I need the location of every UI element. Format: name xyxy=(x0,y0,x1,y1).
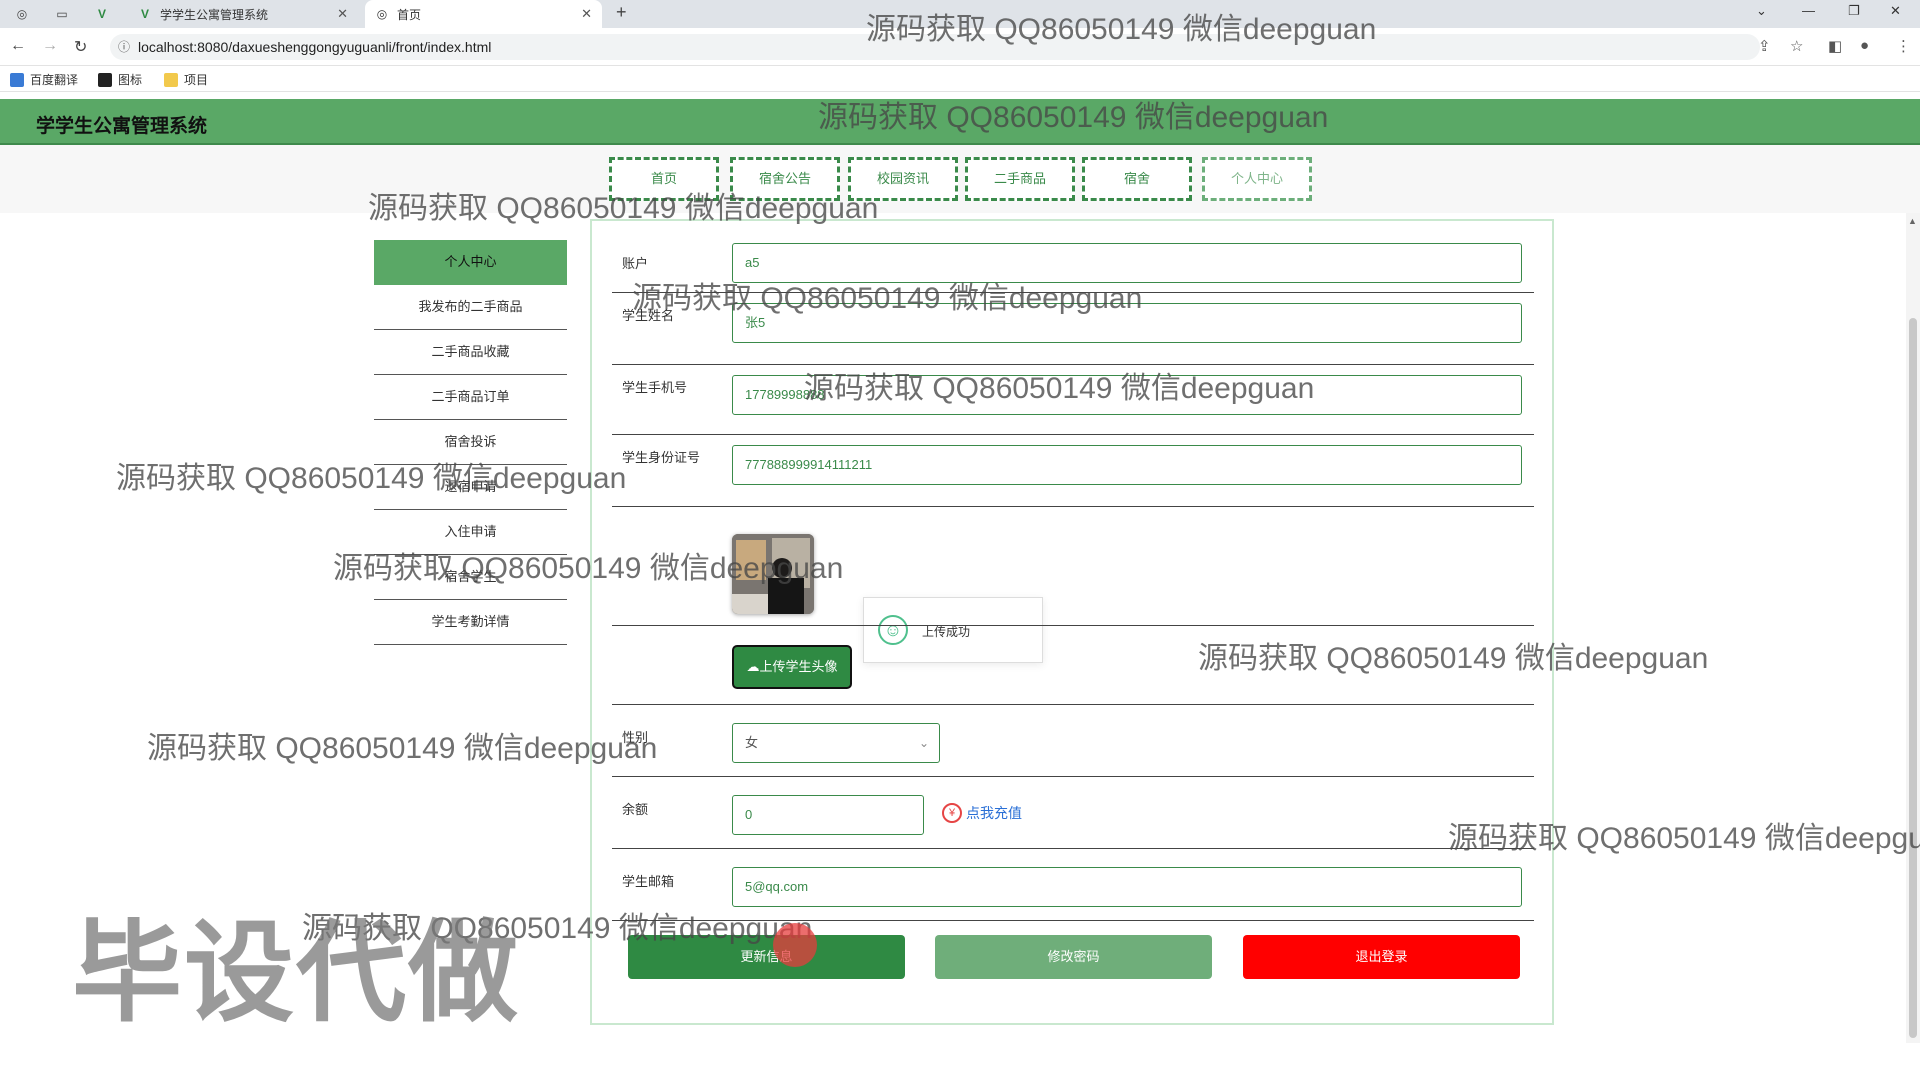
tab-title: 学学生公寓管理系统 xyxy=(160,7,269,22)
restore-icon[interactable]: ❐ xyxy=(1848,3,1860,19)
cloud-upload-icon: ☁ xyxy=(746,659,760,674)
watermark-text: 源码获取 QQ86050149 微信deepguan xyxy=(147,732,658,765)
avatar xyxy=(732,534,814,614)
gender-select[interactable]: 女 ⌄ xyxy=(732,723,940,763)
bookmark-icons[interactable]: 图标 xyxy=(98,71,142,88)
nav-second-hand[interactable]: 二手商品 xyxy=(965,157,1075,201)
phone-label: 学生手机号 xyxy=(622,380,688,395)
reload-icon[interactable]: ↻ xyxy=(74,37,87,57)
image-icon xyxy=(98,72,112,87)
new-tab-icon[interactable]: + xyxy=(616,2,627,23)
close-icon[interactable]: ✕ xyxy=(581,6,592,22)
share-icon[interactable]: ⇪ xyxy=(1758,37,1771,55)
sidebar-item-profile[interactable]: 个人中心 xyxy=(374,240,567,285)
translate-icon xyxy=(10,72,24,87)
tab-system[interactable]: V 学学生公寓管理系统 ✕ xyxy=(130,0,358,28)
mouse-cursor-highlight xyxy=(773,923,817,967)
forward-icon[interactable]: → xyxy=(42,37,58,55)
phone-input[interactable]: 17789998888 xyxy=(732,375,1522,415)
vue-icon: V xyxy=(140,7,149,21)
recharge-label: 点我充值 xyxy=(966,805,1022,821)
chevron-down-icon: ⌄ xyxy=(918,736,929,750)
window-icon[interactable]: ▭ xyxy=(54,6,70,22)
upload-button-label: 上传学生头像 xyxy=(759,659,838,674)
sidebar-item-complaints[interactable]: 宿舍投诉 xyxy=(374,420,567,465)
chevron-down-icon[interactable]: ⌄ xyxy=(1756,3,1767,19)
minimize-icon[interactable]: — xyxy=(1802,3,1815,18)
gender-label: 性别 xyxy=(622,730,649,745)
globe-icon: ◎ xyxy=(376,7,388,21)
account-input[interactable]: a5 xyxy=(732,243,1522,283)
bookmark-project[interactable]: 项目 xyxy=(164,71,208,88)
nav-dorm[interactable]: 宿舍 xyxy=(1082,157,1192,201)
top-nav: 首页 宿舍公告 校园资讯 二手商品 宿舍 个人中心 xyxy=(0,145,1920,213)
folder-icon xyxy=(164,72,178,87)
sidebar-item-my-goods[interactable]: 我发布的二手商品 xyxy=(374,285,567,330)
menu-icon[interactable]: ⋮ xyxy=(1896,37,1911,55)
nav-dorm-notice[interactable]: 宿舍公告 xyxy=(730,157,840,201)
close-window-icon[interactable]: ✕ xyxy=(1890,3,1901,19)
globe-icon[interactable]: ◎ xyxy=(14,6,30,22)
idcard-input[interactable]: 777888999914111211 xyxy=(732,445,1522,485)
page-scrollbar-thumb[interactable] xyxy=(1909,318,1917,1038)
bookmark-label: 图标 xyxy=(118,73,143,87)
watermark-big-text: 毕设代做 xyxy=(72,912,520,1035)
idcard-label: 学生身份证号 xyxy=(622,450,701,465)
tab-title: 首页 xyxy=(397,7,422,22)
profile-form: 账户 a5 学生姓名 张5 学生手机号 17789998888 学生身份证号 7… xyxy=(590,219,1554,1025)
close-icon[interactable]: ✕ xyxy=(337,6,348,22)
scroll-up-icon[interactable]: ▲ xyxy=(1908,216,1917,226)
nav-home[interactable]: 首页 xyxy=(609,157,719,201)
sidebar-item-checkout[interactable]: 退宿申请 xyxy=(374,465,567,510)
gender-value: 女 xyxy=(745,735,759,750)
name-label: 学生姓名 xyxy=(622,308,675,323)
form-row-phone: 学生手机号 17789998888 xyxy=(612,365,1534,435)
profile-icon[interactable]: ● xyxy=(1860,37,1869,54)
sidebar: 个人中心 我发布的二手商品 二手商品收藏 二手商品订单 宿舍投诉 退宿申请 入住… xyxy=(374,240,567,645)
sidebar-item-attendance[interactable]: 学生考勤详情 xyxy=(374,600,567,645)
avatar-photo xyxy=(732,534,814,614)
tab-home[interactable]: ◎ 首页 ✕ xyxy=(365,0,602,28)
account-label: 账户 xyxy=(622,256,649,271)
yen-icon: ¥ xyxy=(942,803,962,823)
name-input[interactable]: 张5 xyxy=(732,303,1522,343)
form-row-account: 账户 a5 xyxy=(612,241,1534,293)
nav-campus-news[interactable]: 校园资讯 xyxy=(848,157,958,201)
browser-tab-bar: ◎ ▭ V V 学学生公寓管理系统 ✕ ◎ 首页 ✕ + ⌄ — ❐ ✕ xyxy=(0,0,1920,28)
email-label: 学生邮箱 xyxy=(622,874,675,889)
balance-label: 余额 xyxy=(622,802,649,817)
form-row-gender: 性别 女 ⌄ xyxy=(612,705,1534,777)
balance-input[interactable]: 0 xyxy=(732,795,924,835)
recharge-link[interactable]: ¥ 点我充值 xyxy=(942,803,1022,823)
sidebar-item-checkin[interactable]: 入住申请 xyxy=(374,510,567,555)
bookmark-baidu-translate[interactable]: 百度翻译 xyxy=(10,71,78,88)
sidebar-item-dorm-students[interactable]: 宿舍学生 xyxy=(374,555,567,600)
bookmark-label: 项目 xyxy=(184,73,209,87)
bookmarks-bar: 百度翻译 图标 项目 xyxy=(0,66,1920,92)
email-input[interactable]: 5@qq.com xyxy=(732,867,1522,907)
form-row-name: 学生姓名 张5 xyxy=(612,293,1534,365)
sidepanel-icon[interactable]: ◧ xyxy=(1828,37,1842,55)
url-text: localhost:8080/daxueshenggongyuguanli/fr… xyxy=(138,39,492,55)
form-row-idcard: 学生身份证号 777888999914111211 xyxy=(612,435,1534,507)
update-info-button[interactable]: 更新信息 xyxy=(628,935,905,979)
vue-icon[interactable]: V xyxy=(94,6,110,22)
form-row-balance: 余额 0 xyxy=(612,777,1534,849)
change-password-button[interactable]: 修改密码 xyxy=(935,935,1212,979)
back-icon[interactable]: ← xyxy=(10,37,26,55)
sidebar-item-orders[interactable]: 二手商品订单 xyxy=(374,375,567,420)
nav-profile[interactable]: 个人中心 xyxy=(1202,157,1312,201)
address-bar: ← → ↻ ⓘ localhost:8080/daxueshenggongyug… xyxy=(0,28,1920,66)
form-row-email: 学生邮箱 5@qq.com xyxy=(612,849,1534,921)
upload-avatar-button[interactable]: ☁上传学生头像 xyxy=(732,645,852,689)
logout-button[interactable]: 退出登录 xyxy=(1243,935,1520,979)
site-title: 学学生公寓管理系统 xyxy=(36,116,208,137)
sidebar-item-favorites[interactable]: 二手商品收藏 xyxy=(374,330,567,375)
site-header: 学学生公寓管理系统 xyxy=(0,99,1920,145)
bookmark-label: 百度翻译 xyxy=(30,73,79,87)
info-icon: ⓘ xyxy=(118,40,131,54)
star-icon[interactable]: ☆ xyxy=(1790,37,1803,55)
url-field[interactable]: ⓘ localhost:8080/daxueshenggongyuguanli/… xyxy=(110,34,1760,60)
